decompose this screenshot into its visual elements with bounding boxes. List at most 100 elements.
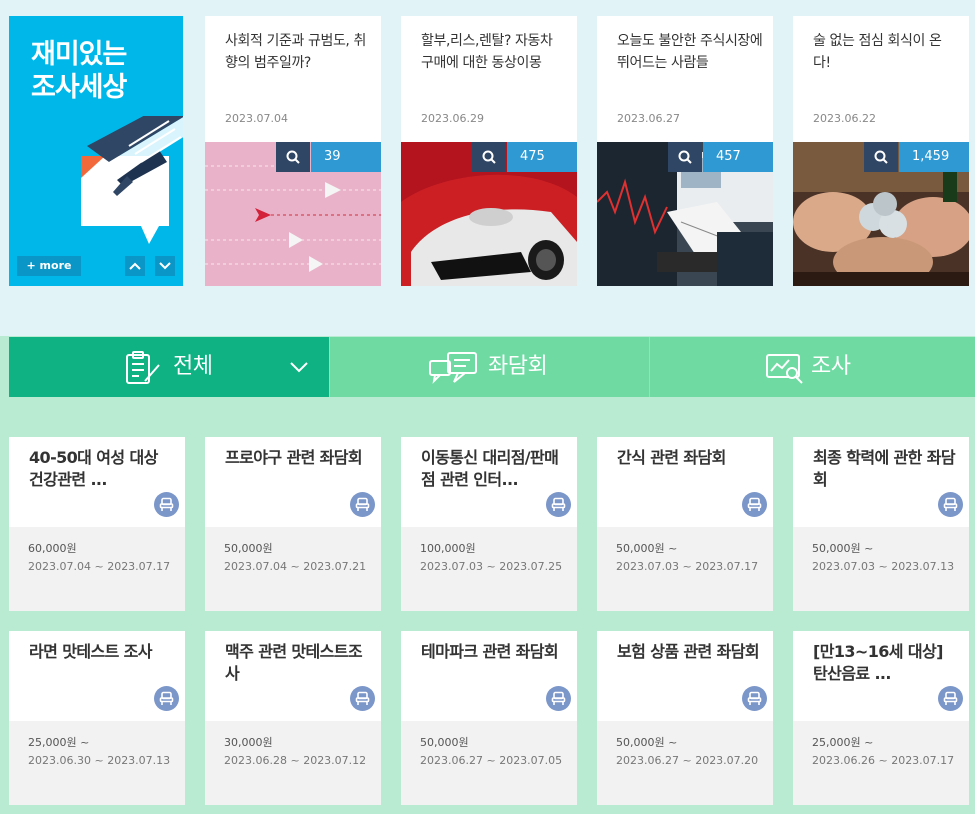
card-header: 라면 맛테스트 조사 [9,631,185,721]
scroll-down-button[interactable] [155,256,175,276]
view-count: 1,459 [899,142,969,172]
survey-card[interactable]: 라면 맛테스트 조사 25,000원 ~ 2023.06.30 ~ 2023.07.… [9,631,185,805]
seat-badge [546,686,571,711]
card-reward: 50,000원 [224,542,273,555]
article-card[interactable]: 할부,리스,렌탈? 자동차 구매에 대한 동상이몽 2023.06.29 475 [401,16,577,286]
card-reward: 50,000원 [420,736,469,749]
article-date: 2023.07.04 [225,112,288,125]
article-date: 2023.06.27 [617,112,680,125]
chat-bubbles-icon [429,352,477,384]
card-title: 프로야구 관련 좌담회 [225,448,363,467]
seat-badge [546,492,571,517]
card-title: [만13~16세 대상] 탄산음료 ... [813,642,943,683]
article-card[interactable]: 술 없는 점심 회식이 온다! 2023.06.22 1,459 [793,16,969,286]
survey-card[interactable]: 맥주 관련 맛테스트조사 30,000원 2023.06.28 ~ 2023.07.… [205,631,381,805]
card-reward: 30,000원 [224,736,273,749]
card-period: 2023.07.04 ~ 2023.07.21 [224,560,367,573]
chair-icon [747,691,762,705]
search-button[interactable] [276,142,310,172]
article-title: 오늘도 불안한 주식시장에 뛰어드는 사람들 [617,33,763,71]
card-period: 2023.07.03 ~ 2023.07.13 [812,560,955,573]
survey-card[interactable]: 간식 관련 좌담회 50,000원 ~ 2023.07.03 ~ 2023.07.1… [597,437,773,611]
card-reward: 60,000원 [28,542,77,555]
scroll-up-button[interactable] [125,256,145,276]
card-title: 40-50대 여성 대상 건강관련 ... [29,448,158,489]
card-header: 최종 학력에 관한 좌담회 [793,437,969,527]
promo-banner: 재미있는 조사세상 + more [9,16,183,286]
card-header: [만13~16세 대상] 탄산음료 ... [793,631,969,721]
card-period: 2023.06.26 ~ 2023.07.17 [812,754,955,767]
card-reward: 25,000원 ~ [28,736,90,749]
card-reward: 100,000원 [420,542,476,555]
tab-survey[interactable]: 조사 [649,337,975,397]
chair-icon [747,497,762,511]
chair-icon [355,691,370,705]
letter-pen-illustration [81,116,183,244]
chair-icon [943,691,958,705]
chevron-down-icon [159,262,171,270]
article-card[interactable]: 사회적 기준과 규범도, 취향의 범주일까? 2023.07.04 39 [205,16,381,286]
survey-card[interactable]: 최종 학력에 관한 좌담회 50,000원 ~ 2023.07.03 ~ 2023.… [793,437,969,611]
tab-panel-discussion[interactable]: 좌담회 [329,337,649,397]
view-count: 457 [703,142,773,172]
view-count: 39 [311,142,381,172]
article-card[interactable]: 오늘도 불안한 주식시장에 뛰어드는 사람들 2023.06.27 457 [597,16,773,286]
card-header: 이동통신 대리점/판매점 관련 인터... [401,437,577,527]
seat-badge [938,686,963,711]
seat-badge [742,686,767,711]
search-icon [874,150,888,164]
card-period: 2023.06.30 ~ 2023.07.13 [28,754,171,767]
card-title: 라면 맛테스트 조사 [29,642,153,661]
survey-card[interactable]: [만13~16세 대상] 탄산음료 ... 25,000원 ~ 2023.06.26… [793,631,969,805]
card-title: 이동통신 대리점/판매점 관련 인터... [421,448,559,489]
survey-card[interactable]: 테마파크 관련 좌담회 50,000원 2023.06.27 ~ 2023.07.0… [401,631,577,805]
seat-badge [938,492,963,517]
card-header: 테마파크 관련 좌담회 [401,631,577,721]
card-reward: 25,000원 ~ [812,736,874,749]
chart-search-icon [766,354,803,384]
article-date: 2023.06.29 [421,112,484,125]
card-period: 2023.06.27 ~ 2023.07.05 [420,754,563,767]
card-header: 보험 상품 관련 좌담회 [597,631,773,721]
card-reward: 50,000원 ~ [616,542,678,555]
card-period: 2023.07.03 ~ 2023.07.25 [420,560,563,573]
survey-card[interactable]: 프로야구 관련 좌담회 50,000원 2023.07.04 ~ 2023.07.2… [205,437,381,611]
card-title: 간식 관련 좌담회 [617,448,726,467]
chair-icon [551,691,566,705]
chair-icon [551,497,566,511]
more-button[interactable]: + more [17,256,81,276]
card-period: 2023.06.27 ~ 2023.07.20 [616,754,759,767]
chair-icon [355,497,370,511]
search-button[interactable] [668,142,702,172]
search-button[interactable] [472,142,506,172]
seat-badge [350,492,375,517]
card-period: 2023.07.04 ~ 2023.07.17 [28,560,171,573]
tab-all[interactable]: 전체 [9,337,329,397]
card-header: 40-50대 여성 대상 건강관련 ... [9,437,185,527]
tab-label: 좌담회 [488,354,548,379]
chair-icon [159,497,174,511]
card-title: 최종 학력에 관한 좌담회 [813,448,956,489]
chevron-down-icon [290,362,308,373]
card-reward: 50,000원 ~ [616,736,678,749]
seat-badge [154,686,179,711]
seat-badge [154,492,179,517]
article-date: 2023.06.22 [813,112,876,125]
survey-card[interactable]: 보험 상품 관련 좌담회 50,000원 ~ 2023.06.27 ~ 2023.0… [597,631,773,805]
survey-card[interactable]: 이동통신 대리점/판매점 관련 인터... 100,000원 2023.07.03 … [401,437,577,611]
card-period: 2023.07.03 ~ 2023.07.17 [616,560,759,573]
card-title: 맥주 관련 맛테스트조사 [225,642,363,683]
chair-icon [159,691,174,705]
card-header: 프로야구 관련 좌담회 [205,437,381,527]
view-count: 475 [507,142,577,172]
search-button[interactable] [864,142,898,172]
featured-section: 재미있는 조사세상 + more 사회적 기준과 규범도, 취향의 범주일까? … [0,0,975,336]
survey-card[interactable]: 40-50대 여성 대상 건강관련 ... 60,000원 2023.07.04 ~… [9,437,185,611]
promo-title: 재미있는 조사세상 [31,39,127,103]
article-title: 할부,리스,렌탈? 자동차 구매에 대한 동상이몽 [421,33,553,71]
search-icon [482,150,496,164]
card-title: 테마파크 관련 좌담회 [421,642,559,661]
category-tabs: 전체 좌담회 조사 [9,337,975,397]
chair-icon [943,497,958,511]
search-icon [678,150,692,164]
